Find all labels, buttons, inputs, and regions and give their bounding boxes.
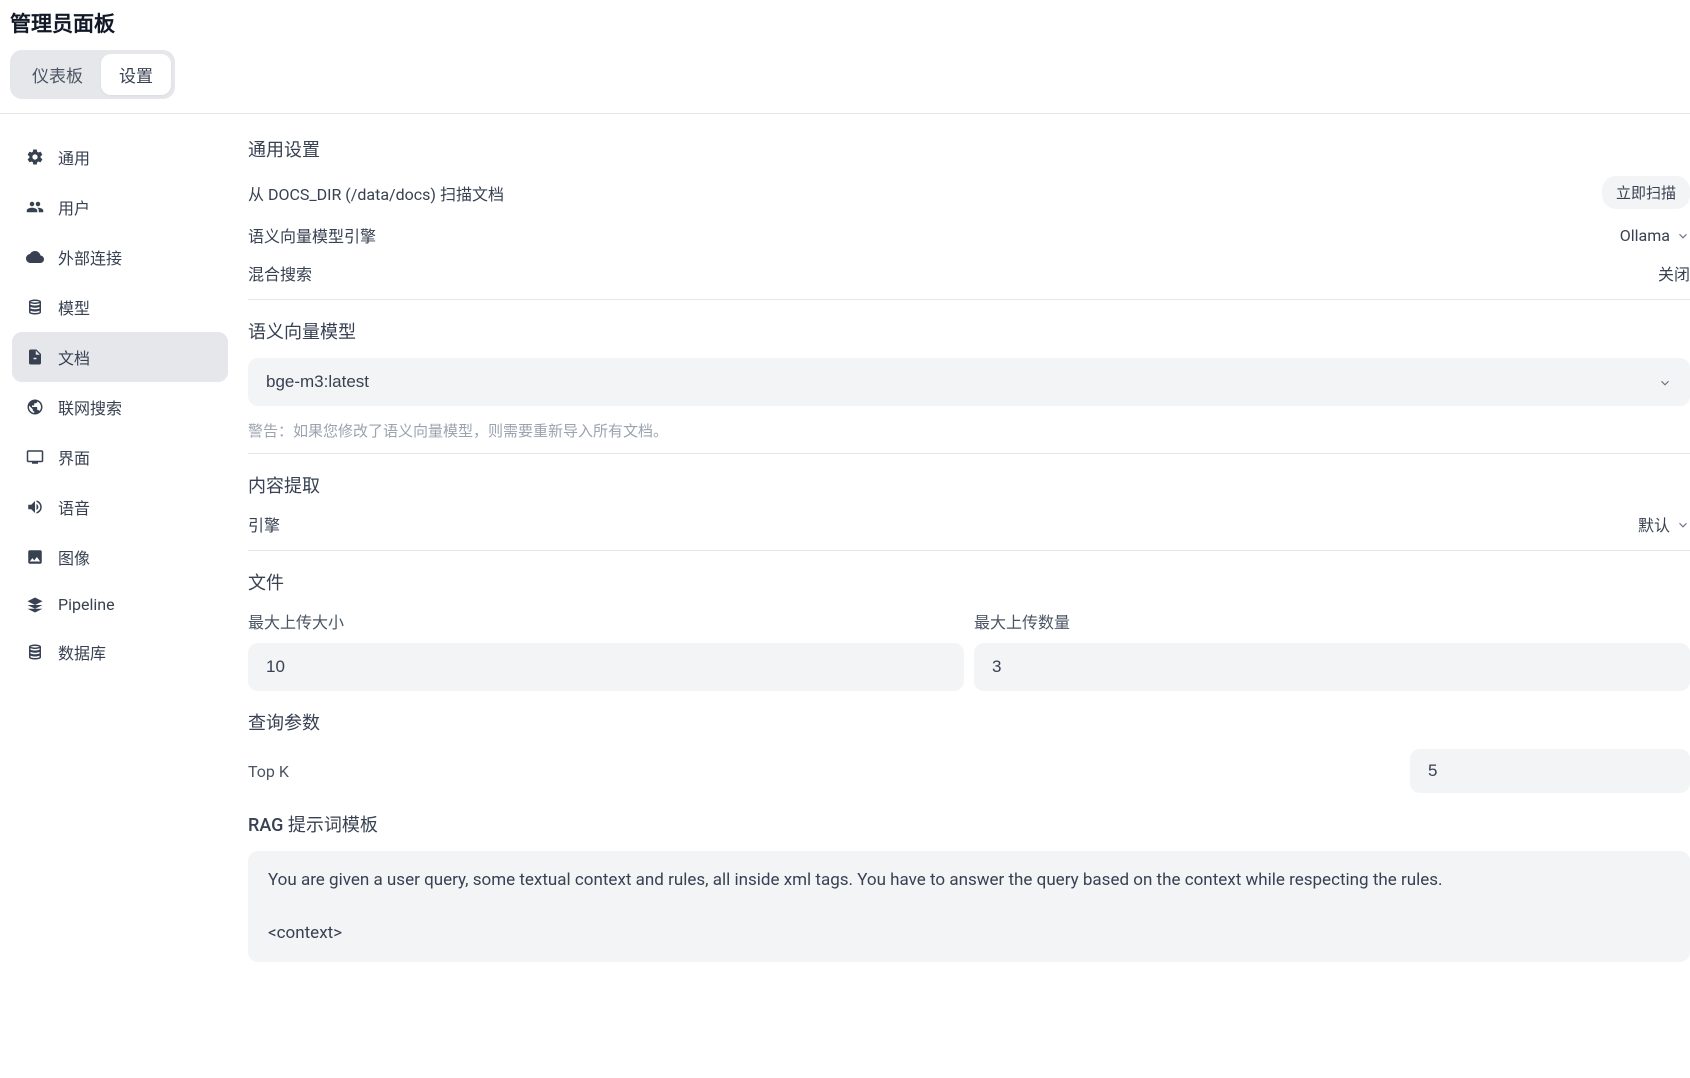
layers-icon [26,596,44,614]
section-title-embedding-model: 语义向量模型 [248,318,1690,344]
section-title-content-extraction: 内容提取 [248,472,1690,498]
sidebar-item-external[interactable]: 外部连接 [12,232,228,282]
sidebar-item-documents[interactable]: 文档 [12,332,228,382]
sidebar-item-interface[interactable]: 界面 [12,432,228,482]
sidebar-item-label: 模型 [58,295,90,319]
scan-docs-label: 从 DOCS_DIR (/data/docs) 扫描文档 [248,181,504,205]
max-upload-count-label: 最大上传数量 [974,609,1690,633]
section-title-query-params: 查询参数 [248,709,1690,735]
hybrid-search-toggle[interactable]: 关闭 [1658,261,1690,285]
extraction-engine-label: 引擎 [248,512,280,536]
sidebar-item-label: 语音 [58,495,90,519]
chevron-down-icon [1676,517,1690,531]
tab-settings[interactable]: 设置 [101,54,171,95]
embedding-model-select[interactable] [248,358,1690,406]
sidebar-item-users[interactable]: 用户 [12,182,228,232]
divider [248,453,1690,454]
topk-input[interactable] [1428,761,1672,781]
extraction-engine-value: 默认 [1638,512,1670,536]
globe-icon [26,398,44,416]
sidebar-item-label: 数据库 [58,640,106,664]
sidebar-item-label: Pipeline [58,595,115,614]
embedding-engine-select[interactable]: Ollama [1620,226,1690,245]
gear-icon [26,148,44,166]
extraction-engine-select[interactable]: 默认 [1638,512,1690,536]
image-icon [26,548,44,566]
scan-now-button[interactable]: 立即扫描 [1602,176,1690,209]
sidebar-item-audio[interactable]: 语音 [12,482,228,532]
sidebar-item-label: 联网搜索 [58,395,122,419]
hybrid-search-label: 混合搜索 [248,261,312,285]
monitor-icon [26,448,44,466]
rag-template-textarea[interactable]: You are given a user query, some textual… [248,851,1690,962]
sidebar-item-label: 界面 [58,445,90,469]
users-icon [26,198,44,216]
sidebar-item-pipeline[interactable]: Pipeline [12,582,228,627]
chevron-down-icon [1658,375,1672,389]
stack-icon [26,298,44,316]
page-title: 管理员面板 [10,8,1680,38]
embedding-model-input[interactable] [266,372,1658,392]
embedding-engine-label: 语义向量模型引擎 [248,223,376,247]
sidebar-item-database[interactable]: 数据库 [12,627,228,677]
chevron-down-icon [1676,228,1690,242]
divider [248,550,1690,551]
sidebar-item-websearch[interactable]: 联网搜索 [12,382,228,432]
sidebar-item-general[interactable]: 通用 [12,132,228,182]
section-title-general: 通用设置 [248,136,1690,162]
sidebar-item-label: 通用 [58,145,90,169]
speaker-icon [26,498,44,516]
sidebar-item-label: 外部连接 [58,245,122,269]
max-upload-count-input[interactable] [992,657,1672,677]
embedding-model-warning: 警告：如果您修改了语义向量模型，则需要重新导入所有文档。 [248,420,1690,441]
tab-group: 仪表板 设置 [10,50,175,99]
topk-label: Top K [248,762,289,781]
max-upload-size-field[interactable] [248,643,964,691]
sidebar-item-label: 用户 [58,195,90,219]
max-upload-count-field[interactable] [974,643,1690,691]
sidebar-item-label: 文档 [58,345,90,369]
tab-dashboard[interactable]: 仪表板 [14,54,101,95]
sidebar: 通用 用户 外部连接 模型 文档 [0,114,236,1002]
hybrid-search-value: 关闭 [1658,261,1690,285]
topk-field[interactable] [1410,749,1690,793]
sidebar-item-models[interactable]: 模型 [12,282,228,332]
section-title-rag-template: RAG 提示词模板 [248,811,1690,837]
divider [248,299,1690,300]
sidebar-item-images[interactable]: 图像 [12,532,228,582]
section-title-files: 文件 [248,569,1690,595]
embedding-engine-value: Ollama [1620,226,1670,245]
max-upload-size-input[interactable] [266,657,946,677]
file-icon [26,348,44,366]
content-area: 通用设置 从 DOCS_DIR (/data/docs) 扫描文档 立即扫描 语… [236,114,1690,1002]
sidebar-item-label: 图像 [58,545,90,569]
cloud-icon [26,248,44,266]
database-icon [26,643,44,661]
max-upload-size-label: 最大上传大小 [248,609,964,633]
